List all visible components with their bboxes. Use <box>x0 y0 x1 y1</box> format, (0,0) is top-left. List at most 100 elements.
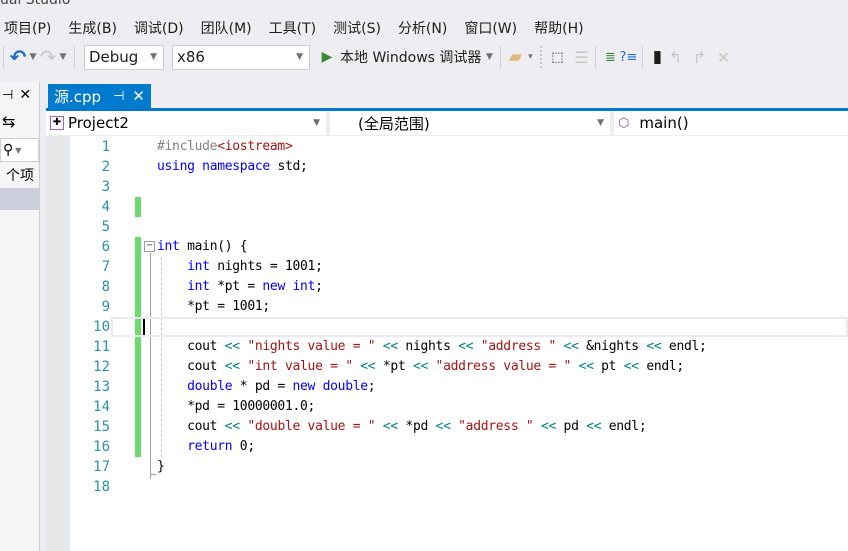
code-line[interactable]: 2 using namespace std; <box>70 157 848 177</box>
unindent-icon[interactable]: ☰ <box>572 46 590 68</box>
member-select[interactable]: ⬡ main() <box>614 111 848 135</box>
line-number: 11 <box>93 339 110 355</box>
menu-test[interactable]: 测试(S) <box>329 18 394 38</box>
line-number: 14 <box>93 399 110 415</box>
code-token: *pt = 1001; <box>157 299 270 314</box>
uncomment-icon[interactable]: ?≡ <box>619 46 638 68</box>
operator-token: << <box>458 339 474 354</box>
pin-icon[interactable]: ⊣ <box>113 89 124 104</box>
line-number: 6 <box>101 239 110 255</box>
change-marker <box>135 357 141 377</box>
redo-icon[interactable]: ↷ <box>39 45 57 69</box>
line-number: 13 <box>93 379 110 395</box>
code-line[interactable]: 11 cout << "nights value = " << nights <… <box>70 337 848 357</box>
next-bookmark-icon[interactable]: ↱ <box>690 46 708 68</box>
line-number: 7 <box>101 259 110 275</box>
operator-token: << <box>540 419 557 434</box>
code-token: 0; <box>232 439 255 454</box>
search-box[interactable]: ⚲ ▼ <box>0 138 39 162</box>
menu-analyze[interactable]: 分析(N) <box>394 18 460 38</box>
code-text: return 0; <box>157 437 255 457</box>
selected-tree-item[interactable] <box>0 188 39 210</box>
close-icon[interactable]: ✕ <box>132 87 145 105</box>
operator-token: << <box>646 339 662 354</box>
menu-debug[interactable]: 调试(D) <box>130 18 197 38</box>
toolbar-grip[interactable] <box>540 46 544 68</box>
code-line[interactable]: 17} <box>70 457 848 477</box>
undo-dropdown-icon[interactable]: ▼ <box>27 52 39 62</box>
code-token: main() { <box>179 239 248 254</box>
line-number: 12 <box>93 359 110 375</box>
code-text: int nights = 1001; <box>157 257 323 277</box>
platform-select[interactable]: x86 ▼ <box>172 44 310 70</box>
change-marker <box>135 237 141 257</box>
string-token: "int value = " <box>247 359 353 374</box>
code-token: endl; <box>661 339 707 354</box>
chevron-down-icon: ▼ <box>296 52 303 62</box>
select-item-icon[interactable]: ⬚ <box>548 46 566 68</box>
code-line[interactable]: 4 <box>70 197 848 217</box>
prev-bookmark-icon[interactable]: ↰ <box>666 46 684 68</box>
close-icon[interactable]: ✕ <box>19 87 31 103</box>
undo-icon[interactable]: ↶ <box>9 45 27 69</box>
menu-tools[interactable]: 工具(T) <box>265 18 329 38</box>
menu-bar: 项目(P) 生成(B) 调试(D) 团队(M) 工具(T) 测试(S) 分析(N… <box>0 16 848 40</box>
clear-bookmarks-icon[interactable]: ✕ <box>714 46 732 68</box>
debugger-dropdown-icon[interactable]: ▼ <box>483 52 495 62</box>
menu-window[interactable]: 窗口(W) <box>460 18 530 38</box>
chevron-down-icon: ▼ <box>313 118 320 128</box>
tab-source-cpp[interactable]: 源.cpp ⊣ ✕ <box>48 84 151 108</box>
menu-team[interactable]: 团队(M) <box>197 18 265 38</box>
code-line[interactable]: 9 *pt = 1001; <box>70 297 848 317</box>
toolbar-separator <box>500 46 502 68</box>
menu-project[interactable]: 项目(P) <box>0 18 64 38</box>
comment-icon[interactable]: ≣ <box>601 46 619 68</box>
code-line[interactable]: 18 <box>70 477 848 497</box>
code-line[interactable]: 13 double * pd = new double; <box>70 377 848 397</box>
code-token: *pd <box>397 419 436 434</box>
operator-token: << <box>360 359 376 374</box>
string-token: "double value = " <box>247 419 376 434</box>
code-line[interactable]: 14 *pd = 10000001.0; <box>70 397 848 417</box>
chevron-down-icon: ▼ <box>15 145 22 155</box>
code-token: endl; <box>601 419 647 434</box>
change-marker <box>135 437 141 457</box>
start-debugger-button[interactable]: 本地 Windows 调试器 <box>340 47 481 67</box>
keyword-token: using <box>157 159 195 174</box>
change-marker <box>135 297 141 317</box>
code-line[interactable]: 1 #include<iostream> <box>70 137 848 157</box>
solution-config-select[interactable]: Debug ▼ <box>84 44 164 70</box>
code-line[interactable]: 16 return 0; <box>70 437 848 457</box>
code-text: #include<iostream> <box>157 137 293 157</box>
operator-token: << <box>578 359 594 374</box>
find-in-files-icon[interactable]: ▰ <box>506 46 524 68</box>
redo-dropdown-icon[interactable]: ▼ <box>57 52 69 62</box>
code-editor[interactable]: 1 #include<iostream> 2 using namespace std;… <box>46 136 848 551</box>
code-line[interactable]: 5 <box>70 217 848 237</box>
code-line[interactable]: 6 − int main() { <box>70 237 848 257</box>
play-icon[interactable]: ▶ <box>318 46 336 68</box>
scope-select[interactable]: (全局范围) ▼ <box>330 111 610 135</box>
code-line[interactable]: 7 int nights = 1001; <box>70 257 848 277</box>
pin-icon[interactable]: ⊣ <box>2 88 13 103</box>
toolbar-overflow-icon[interactable]: ▾ <box>524 52 536 62</box>
code-text: cout << "int value = " << *pt << "addres… <box>157 357 684 377</box>
collapse-icon[interactable]: − <box>144 241 155 252</box>
code-text: int main() { <box>157 237 248 257</box>
operator-token: << <box>224 359 240 374</box>
project-select[interactable]: ✚ Project2 ▼ <box>46 111 326 135</box>
bookmark-icon[interactable]: ▮ <box>648 46 666 68</box>
code-line[interactable]: 3 <box>70 177 848 197</box>
menu-help[interactable]: 帮助(H) <box>530 18 596 38</box>
code-token: *pt <box>375 359 413 374</box>
code-line[interactable]: 15 cout << "double value = " << *pd << "… <box>70 417 848 437</box>
line-number: 1 <box>101 139 110 155</box>
menu-build[interactable]: 生成(B) <box>64 18 130 38</box>
sync-icon[interactable]: ⇆ <box>2 112 15 131</box>
code-token: pt <box>593 359 624 374</box>
keyword-token: new <box>262 279 285 294</box>
code-line[interactable]: 8 int *pt = new int; <box>70 277 848 297</box>
string-token: "address " <box>458 419 534 434</box>
code-line[interactable]: 12 cout << "int value = " << *pt << "add… <box>70 357 848 377</box>
